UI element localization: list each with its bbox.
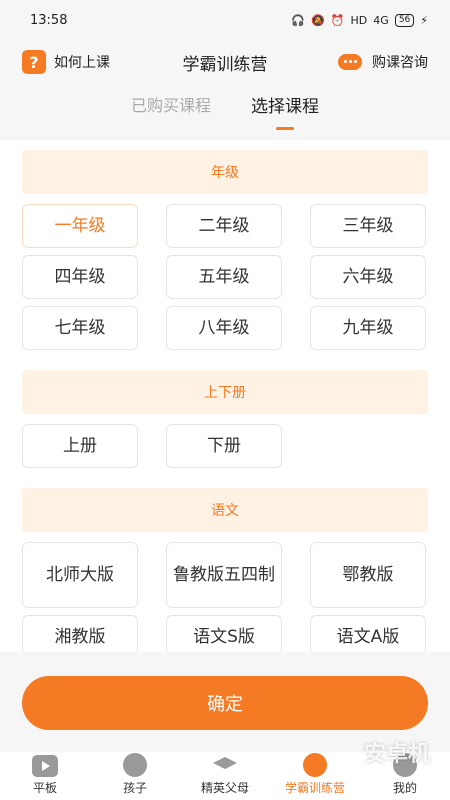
alarm-icon: ⏰ — [330, 13, 345, 27]
volume-option[interactable]: 下册 — [166, 424, 282, 468]
nav-child[interactable]: 孩子 — [95, 753, 175, 796]
grade-options: 一年级 二年级 三年级 四年级 五年级 六年级 七年级 八年级 九年级 — [0, 194, 450, 350]
how-to-attend-label: 如何上课 — [54, 55, 110, 71]
play-icon — [32, 755, 58, 777]
hd-label: HD — [350, 13, 368, 27]
chinese-edition-options: 北师大版 鲁教版五四制 鄂教版 湘教版 语文S版 语文A版 — [0, 532, 450, 652]
graduation-cap-icon — [212, 755, 238, 777]
grade-option[interactable]: 四年级 — [22, 255, 138, 299]
confirm-button[interactable]: 确定 — [22, 676, 428, 730]
mute-icon: 🔕 — [311, 13, 325, 27]
grade-option[interactable]: 三年级 — [310, 204, 426, 248]
nav-label: 孩子 — [122, 781, 147, 795]
nav-tablet[interactable]: 平板 — [5, 755, 85, 796]
tab-select-course[interactable]: 选择课程 — [251, 92, 319, 132]
volume-option[interactable]: 上册 — [22, 424, 138, 468]
course-consult-button[interactable]: 购课咨询 — [336, 52, 428, 72]
volume-section-title: 上下册 — [22, 370, 428, 414]
course-consult-label: 购课咨询 — [372, 55, 428, 71]
nav-label: 我的 — [392, 781, 417, 795]
grade-section-title: 年级 — [22, 150, 428, 194]
trophy-icon — [303, 753, 327, 777]
charging-icon: ⚡ — [420, 13, 428, 27]
grade-option[interactable]: 六年级 — [310, 255, 426, 299]
header: ? 如何上课 学霸训练营 购课咨询 — [0, 40, 450, 84]
grade-option[interactable]: 七年级 — [22, 306, 138, 350]
how-to-attend-button[interactable]: ? 如何上课 — [22, 50, 110, 74]
watermark: 安卓机 — [363, 742, 430, 767]
nav-training-camp[interactable]: 学霸训练营 — [275, 753, 355, 796]
edition-option[interactable]: 鲁教版五四制 — [166, 542, 282, 608]
chinese-section-title: 语文 — [22, 488, 428, 532]
grade-option[interactable]: 五年级 — [166, 255, 282, 299]
course-filter-panel[interactable]: 年级 一年级 二年级 三年级 四年级 五年级 六年级 七年级 八年级 九年级 上… — [0, 140, 450, 652]
volume-options: 上册 下册 — [0, 414, 450, 468]
tab-purchased[interactable]: 已购买课程 — [131, 92, 211, 132]
question-icon: ? — [22, 50, 46, 74]
battery-icon: 56 — [394, 13, 415, 27]
grade-option[interactable]: 八年级 — [166, 306, 282, 350]
edition-option[interactable]: 湘教版 — [22, 615, 138, 652]
edition-option[interactable]: 北师大版 — [22, 542, 138, 608]
status-time: 13:58 — [30, 12, 68, 28]
nav-label: 平板 — [32, 781, 57, 795]
edition-option[interactable]: 鄂教版 — [310, 542, 426, 608]
headphones-icon: 🎧 — [291, 13, 306, 27]
status-icons: 🎧 🔕 ⏰ HD 4G 56 ⚡ — [291, 13, 428, 27]
edition-option[interactable]: 语文A版 — [310, 615, 426, 652]
status-bar: 13:58 🎧 🔕 ⏰ HD 4G 56 ⚡ — [0, 0, 450, 40]
course-tabs: 已购买课程 选择课程 — [0, 92, 450, 132]
nav-label: 精英父母 — [200, 781, 249, 795]
edition-option[interactable]: 语文S版 — [166, 615, 282, 652]
grade-option[interactable]: 一年级 — [22, 204, 138, 248]
nav-elite-parents[interactable]: 精英父母 — [185, 755, 265, 796]
grade-option[interactable]: 二年级 — [166, 204, 282, 248]
chat-icon — [336, 52, 364, 72]
grade-option[interactable]: 九年级 — [310, 306, 426, 350]
smile-icon — [123, 753, 147, 777]
nav-label: 学霸训练营 — [284, 781, 345, 795]
network-label: 4G — [373, 13, 389, 27]
